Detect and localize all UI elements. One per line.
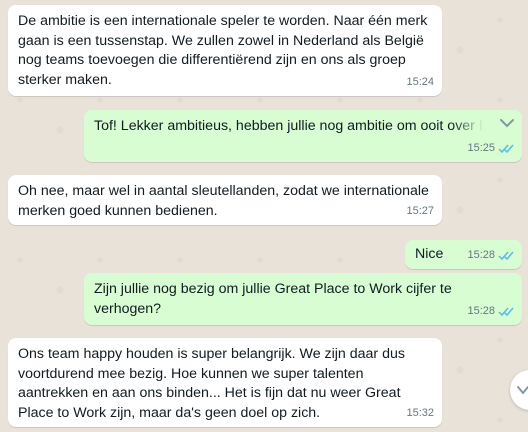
scroll-down-button[interactable] [510,370,528,410]
chevron-down-icon[interactable] [498,116,516,130]
message-meta: 15:32 [406,404,434,424]
message-time: 15:28 [467,304,495,317]
message-outgoing[interactable]: Tof! Lekker ambitieus, hebben jullie nog… [84,110,522,162]
message-time: 15:32 [406,406,434,419]
message-outgoing[interactable]: Zijn jullie nog bezig om jullie Great Pl… [84,273,522,325]
message-meta: 15:28 [467,302,514,322]
double-check-icon [498,251,514,260]
message-meta: 15:28 [467,246,514,266]
message-time: 15:25 [467,141,495,154]
message-text: Oh nee, maar wel in aantal sleutellanden… [18,183,429,219]
message-text: Ons team happy houden is super belangrij… [18,346,405,421]
double-check-icon [498,144,514,153]
message-meta: 15:27 [406,202,434,222]
scroll-down-icon [517,386,528,395]
message-time: 15:27 [406,204,434,217]
message-text: Zijn jullie nog bezig om jullie Great Pl… [94,281,452,317]
message-text: De ambitie is een internationale speler … [18,13,428,88]
message-text: Nice [415,246,444,262]
message-time: 15:28 [467,248,495,261]
message-incoming[interactable]: Oh nee, maar wel in aantal sleutellanden… [8,175,442,225]
message-incoming[interactable]: De ambitie is een internationale speler … [8,5,442,96]
message-text: Tof! Lekker ambitieus, hebben jullie nog… [94,118,522,134]
message-meta: 15:25 [467,139,514,159]
message-incoming[interactable]: Ons team happy houden is super belangrij… [8,338,442,427]
message-outgoing[interactable]: Nice 15:28 [405,240,522,269]
message-meta: 15:24 [406,73,434,93]
message-time: 15:24 [406,75,434,88]
double-check-icon [498,307,514,316]
